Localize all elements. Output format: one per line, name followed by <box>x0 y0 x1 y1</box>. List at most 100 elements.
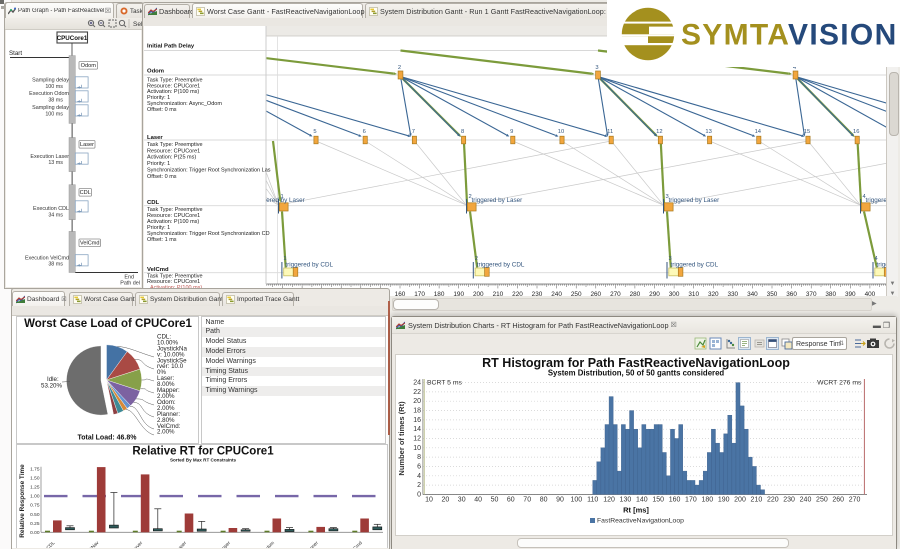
svg-text:5: 5 <box>313 129 316 135</box>
svg-text:Execution Laser: Execution Laser <box>30 154 69 160</box>
svg-text:Planner: Planner <box>304 540 320 548</box>
svg-text:9: 9 <box>510 129 513 135</box>
svg-text:Laser: Laser <box>175 540 188 548</box>
svg-text:Activation: P(25 ms): Activation: P(25 ms) <box>147 155 196 161</box>
svg-text:12: 12 <box>656 129 662 135</box>
svg-text:34 ms: 34 ms <box>48 212 63 218</box>
svg-text:Worst Case Load of CPUCore1: Worst Case Load of CPUCore1 <box>24 318 192 330</box>
svg-text:38 ms: 38 ms <box>48 262 63 268</box>
svg-text:Laser: Laser <box>147 135 163 141</box>
svg-text:15: 15 <box>804 129 810 135</box>
svg-text:200: 200 <box>734 497 746 504</box>
svg-text:0.00: 0.00 <box>30 530 40 536</box>
svg-text:100 ms: 100 ms <box>45 111 63 117</box>
svg-text:VelCmd: VelCmd <box>80 241 100 247</box>
svg-text:120: 120 <box>603 497 615 504</box>
svg-text:50: 50 <box>491 497 499 504</box>
svg-text:Sampling delay: Sampling delay <box>32 78 69 84</box>
svg-text:13: 13 <box>705 129 711 135</box>
svg-text:FastReactiveNavigationLoop: FastReactiveNavigationLoop <box>597 518 684 525</box>
svg-text:130: 130 <box>620 497 632 504</box>
svg-text:Priority: 1: Priority: 1 <box>147 161 170 167</box>
svg-text:0.50: 0.50 <box>30 512 40 518</box>
svg-text:38 ms: 38 ms <box>48 98 63 104</box>
svg-text:1.75: 1.75 <box>30 467 40 473</box>
svg-text:triggered by CDL: triggered by CDL <box>477 262 525 269</box>
svg-text:Offset: 0 ms: Offset: 0 ms <box>147 174 177 180</box>
svg-text:2: 2 <box>398 65 401 71</box>
svg-text:triggered by CDL: triggered by CDL <box>671 262 719 269</box>
svg-text:1.00: 1.00 <box>30 494 40 500</box>
svg-text:Odom: Odom <box>262 540 275 548</box>
svg-text:Rt [ms]: Rt [ms] <box>623 506 649 515</box>
svg-text:110: 110 <box>587 497 598 504</box>
svg-text:11: 11 <box>607 129 613 135</box>
svg-text:230: 230 <box>783 497 795 504</box>
svg-text:14: 14 <box>755 129 762 135</box>
svg-text:240: 240 <box>800 497 812 504</box>
svg-text:triggered by Laser: triggered by Laser <box>669 197 720 204</box>
svg-text:CDL: CDL <box>147 200 160 206</box>
svg-text:SYMTAVISION: SYMTAVISION <box>681 19 898 52</box>
svg-text:CDL: CDL <box>80 190 91 196</box>
svg-text:Offset: 1 ms: Offset: 1 ms <box>147 237 177 243</box>
svg-text:260: 260 <box>832 497 844 504</box>
svg-text:180: 180 <box>701 497 713 504</box>
svg-text:14: 14 <box>413 426 421 433</box>
svg-text:1.50: 1.50 <box>30 476 40 482</box>
svg-text:Initial Path Delay: Initial Path Delay <box>147 43 195 49</box>
svg-text:Laser: Laser <box>80 142 94 148</box>
svg-text:4: 4 <box>417 473 421 480</box>
svg-text:Number of times (Rt): Number of times (Rt) <box>397 401 406 476</box>
svg-text:30: 30 <box>458 497 466 504</box>
svg-text:10: 10 <box>413 445 421 452</box>
svg-text:13 ms: 13 ms <box>48 160 63 166</box>
svg-text:8: 8 <box>417 454 421 461</box>
svg-text:Task Type: Preemptive: Task Type: Preemptive <box>147 142 203 148</box>
svg-text:JoystickNav: JoystickNav <box>78 540 101 548</box>
svg-text:Sele: Sele <box>133 21 142 28</box>
svg-text:triggered by Laser: triggered by Laser <box>472 197 523 204</box>
svg-text:20: 20 <box>442 497 450 504</box>
svg-text:60: 60 <box>507 497 515 504</box>
svg-text:VelCmd: VelCmd <box>348 540 364 548</box>
svg-text:Sampling delay: Sampling delay <box>32 105 69 111</box>
svg-text:Execution VelCmd: Execution VelCmd <box>25 255 69 261</box>
svg-text:CPUCore1: CPUCore1 <box>57 35 88 42</box>
svg-text:90: 90 <box>556 497 564 504</box>
svg-text:10: 10 <box>558 129 564 135</box>
svg-text:190: 190 <box>718 497 730 504</box>
svg-text:6: 6 <box>363 129 366 135</box>
svg-text:Relative RT for CPUCore1: Relative RT for CPUCore1 <box>132 446 274 458</box>
svg-text:0.75: 0.75 <box>30 503 40 509</box>
svg-text:0: 0 <box>417 491 421 498</box>
svg-text:16: 16 <box>413 417 421 424</box>
svg-text:210: 210 <box>751 497 763 504</box>
svg-text:Odom: Odom <box>81 63 97 69</box>
svg-text:Path del: Path del <box>120 281 140 287</box>
svg-text:80: 80 <box>540 497 548 504</box>
svg-text:Mapper: Mapper <box>216 540 232 548</box>
svg-text:7: 7 <box>412 129 415 135</box>
svg-text:150: 150 <box>652 497 664 504</box>
svg-text:160: 160 <box>669 497 681 504</box>
svg-text:System Distribution, 50 of 50: System Distribution, 50 of 50 gantts con… <box>548 369 725 378</box>
svg-text:53.20%: 53.20% <box>41 383 62 390</box>
svg-text:3: 3 <box>595 65 598 71</box>
svg-text:BCRT 5 ms: BCRT 5 ms <box>427 380 462 387</box>
svg-text:6: 6 <box>417 464 421 471</box>
svg-text:20: 20 <box>413 398 421 405</box>
svg-text:Resource: CPUCore1: Resource: CPUCore1 <box>147 148 200 154</box>
svg-text:18: 18 <box>413 408 421 415</box>
svg-text:Odom: Odom <box>147 69 164 75</box>
svg-text:WCRT 276 ms: WCRT 276 ms <box>817 380 862 387</box>
svg-text:CDL: CDL <box>45 540 56 548</box>
svg-text:triggered by Laser: triggered by Laser <box>254 197 305 204</box>
svg-text:250: 250 <box>816 497 828 504</box>
svg-text:22: 22 <box>413 389 421 396</box>
svg-text:Start: Start <box>9 50 22 57</box>
svg-text:10: 10 <box>425 497 433 504</box>
svg-text:Relative Response Time: Relative Response Time <box>19 464 26 538</box>
svg-text:JoystickServer: JoystickServer <box>118 540 145 548</box>
svg-text:2: 2 <box>417 482 421 489</box>
